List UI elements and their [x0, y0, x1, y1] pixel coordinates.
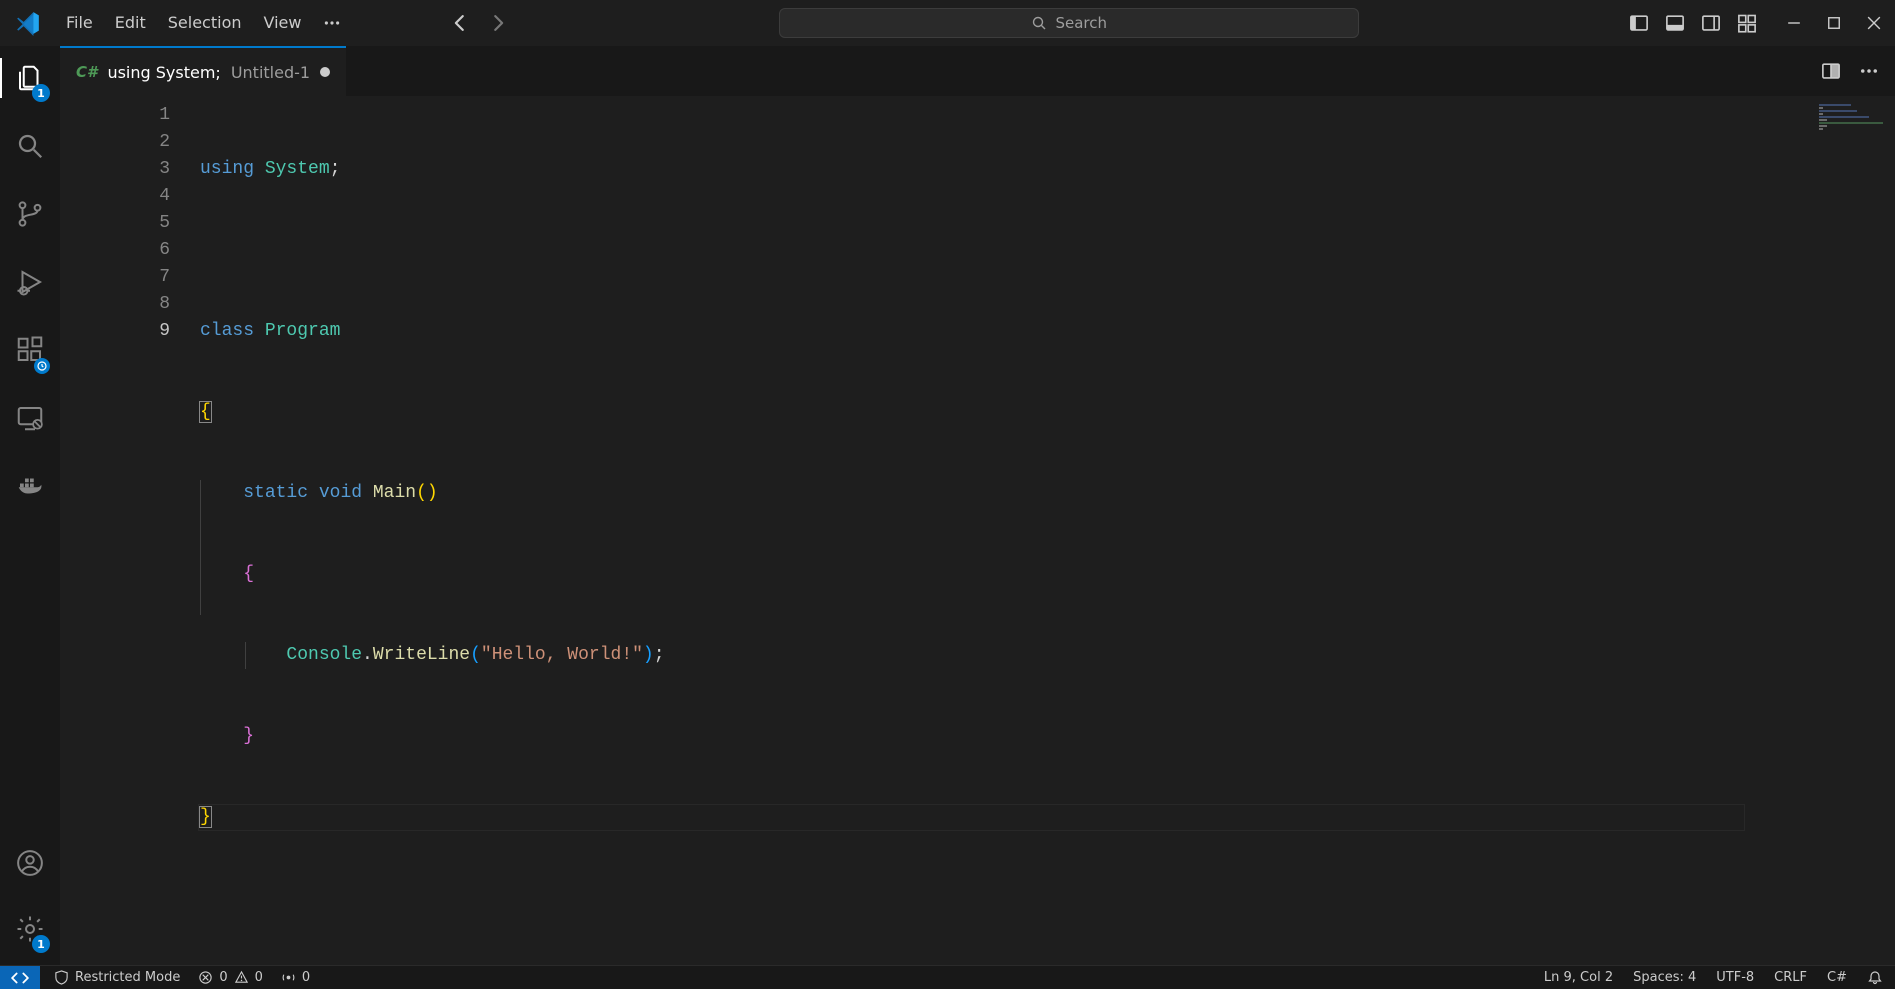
line-number: 9	[60, 318, 170, 345]
remote-explorer-icon	[15, 403, 45, 433]
layout-buttons	[1629, 13, 1757, 33]
activity-docker[interactable]	[6, 466, 54, 506]
close-icon[interactable]	[1867, 16, 1881, 30]
status-restricted-mode[interactable]: Restricted Mode	[54, 970, 180, 985]
nav-arrows	[449, 12, 509, 34]
branch-icon	[15, 199, 45, 229]
remote-indicator[interactable]	[0, 966, 40, 989]
line-number: 4	[60, 183, 170, 210]
line-number: 8	[60, 291, 170, 318]
debug-icon	[15, 267, 45, 297]
status-bar: Restricted Mode 0 0 0 Ln 9, Col 2 Spaces…	[0, 965, 1895, 989]
status-encoding[interactable]: UTF-8	[1716, 970, 1754, 985]
tab-subtitle: Untitled-1	[231, 63, 310, 82]
menu-more[interactable]	[313, 8, 351, 38]
manage-badge: 1	[32, 935, 50, 953]
activity-accounts[interactable]	[6, 843, 54, 883]
editor-actions	[1805, 46, 1895, 96]
toggle-panel-icon[interactable]	[1665, 13, 1685, 33]
activity-run-debug[interactable]	[6, 262, 54, 302]
menu-file[interactable]: File	[56, 7, 103, 38]
docker-icon	[15, 471, 45, 501]
customize-layout-icon[interactable]	[1737, 13, 1757, 33]
line-number: 6	[60, 237, 170, 264]
line-number: 1	[60, 102, 170, 129]
search-icon	[1031, 15, 1047, 31]
menu-bar: File Edit Selection View	[56, 7, 351, 38]
code-area[interactable]: using System; class Program { static voi…	[200, 96, 1805, 965]
line-number: 3	[60, 156, 170, 183]
activity-extensions[interactable]	[6, 330, 54, 370]
line-number: 2	[60, 129, 170, 156]
status-indentation[interactable]: Spaces: 4	[1633, 970, 1696, 985]
toggle-secondary-sidebar-icon[interactable]	[1701, 13, 1721, 33]
activity-bar: 1 1	[0, 46, 60, 965]
menu-selection[interactable]: Selection	[158, 7, 252, 38]
warning-icon	[234, 970, 249, 985]
vscode-logo	[8, 10, 48, 36]
explorer-badge: 1	[32, 84, 50, 102]
extensions-updating-icon	[34, 358, 50, 374]
activity-source-control[interactable]	[6, 194, 54, 234]
search-input[interactable]: Search	[779, 8, 1359, 38]
activity-explorer[interactable]: 1	[6, 58, 54, 98]
minimap[interactable]	[1805, 96, 1895, 965]
line-number-gutter: 1 2 3 4 5 6 7 8 9	[60, 96, 200, 965]
account-icon	[15, 848, 45, 878]
command-center: Search	[517, 8, 1621, 38]
menu-edit[interactable]: Edit	[105, 7, 156, 38]
csharp-icon: C#	[76, 63, 97, 81]
dirty-indicator-icon	[320, 67, 330, 77]
toggle-primary-sidebar-icon[interactable]	[1629, 13, 1649, 33]
minimize-icon[interactable]	[1787, 16, 1801, 30]
search-placeholder: Search	[1055, 14, 1107, 32]
tab-untitled-1[interactable]: C# using System; Untitled-1	[60, 46, 346, 96]
status-notifications[interactable]	[1867, 970, 1883, 986]
remote-icon	[11, 969, 29, 987]
title-bar: File Edit Selection View Search	[0, 0, 1895, 46]
status-language-mode[interactable]: C#	[1827, 970, 1847, 985]
status-ports[interactable]: 0	[281, 970, 310, 985]
maximize-icon[interactable]	[1827, 16, 1841, 30]
line-number: 5	[60, 210, 170, 237]
line-number: 7	[60, 264, 170, 291]
activity-remote-explorer[interactable]	[6, 398, 54, 438]
tab-title: using System;	[107, 63, 220, 82]
activity-search[interactable]	[6, 126, 54, 166]
radio-icon	[281, 970, 296, 985]
search-icon	[15, 131, 45, 161]
status-problems[interactable]: 0 0	[198, 970, 263, 985]
shield-icon	[54, 970, 69, 985]
nav-forward-icon[interactable]	[487, 12, 509, 34]
tabs-row: C# using System; Untitled-1	[60, 46, 1895, 96]
menu-view[interactable]: View	[254, 7, 312, 38]
more-actions-icon[interactable]	[1859, 61, 1879, 81]
status-eol[interactable]: CRLF	[1774, 970, 1807, 985]
split-editor-icon[interactable]	[1821, 61, 1841, 81]
error-icon	[198, 970, 213, 985]
nav-back-icon[interactable]	[449, 12, 471, 34]
editor-body[interactable]: 1 2 3 4 5 6 7 8 9 using System; class Pr…	[60, 96, 1895, 965]
minimap-content	[1819, 104, 1883, 130]
activity-manage[interactable]: 1	[6, 909, 54, 949]
window-controls	[1787, 16, 1881, 30]
status-cursor-position[interactable]: Ln 9, Col 2	[1544, 970, 1613, 985]
bell-icon	[1867, 970, 1883, 986]
main-area: 1 1	[0, 46, 1895, 965]
editor-group: C# using System; Untitled-1 1 2 3 4	[60, 46, 1895, 965]
